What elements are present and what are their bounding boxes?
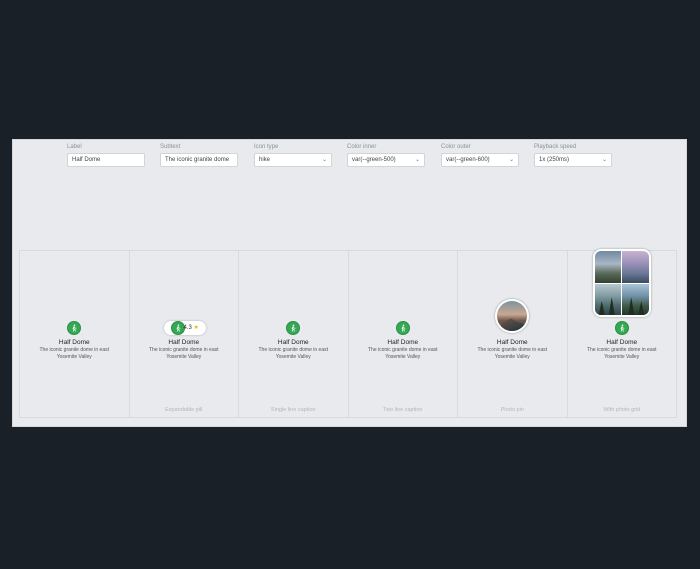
- marker-subtext: The iconic granite dome in east Yosemite…: [587, 347, 657, 360]
- map-marker: [170, 321, 185, 335]
- variant-caption: With photo grid: [603, 407, 641, 413]
- hike-icon: [620, 324, 625, 332]
- variant-photo-grid: Half Dome The iconic granite dome in eas…: [568, 249, 677, 417]
- chevron-down-icon: ⌄: [321, 157, 327, 163]
- label-input[interactable]: Half Dome: [67, 153, 145, 167]
- variant-single-line-caption: Half Dome The iconic granite dome in eas…: [239, 251, 349, 417]
- marker-subtext: The iconic granite dome in east Yosemite…: [39, 347, 109, 360]
- variant-photo-pin: Half Dome The iconic granite dome in eas…: [458, 251, 568, 417]
- playback-speed-select[interactable]: 1x (250ms) ⌄: [534, 153, 612, 167]
- color-inner-control: Color inner var(--green-500) ⌄: [347, 144, 425, 167]
- marker-title: Half Dome: [168, 339, 200, 346]
- photo-thumbnail: [622, 251, 649, 283]
- subtext-input[interactable]: The iconic granite dome: [160, 153, 238, 167]
- mountain-photo: [497, 318, 528, 331]
- marker-title: Half Dome: [496, 339, 528, 346]
- map-marker[interactable]: [395, 321, 410, 335]
- variant-caption: Expandable pill: [165, 407, 203, 413]
- subtext-control: Subtext The iconic granite dome: [160, 144, 238, 167]
- photo-thumbnail: [594, 251, 622, 283]
- label-input-value: Half Dome: [72, 157, 101, 163]
- photo-grid[interactable]: [592, 249, 651, 317]
- label-control-label: Label: [67, 144, 82, 150]
- variant-two-line-caption: Half Dome The iconic granite dome in eas…: [349, 251, 458, 417]
- color-outer-select-value: var(--green-600): [446, 157, 490, 163]
- tree-shape: [628, 297, 635, 315]
- photo-pin[interactable]: [495, 299, 530, 333]
- variant-caption: Photo pin: [500, 407, 524, 413]
- hike-icon: [291, 324, 296, 332]
- controls-bar: Label Half Dome Subtext The iconic grani…: [13, 140, 686, 180]
- map-marker[interactable]: [614, 321, 629, 335]
- tree-shape: [608, 297, 615, 315]
- star-icon: ★: [193, 325, 199, 331]
- chevron-down-icon: ⌄: [508, 157, 514, 163]
- photo-thumbnail: [622, 283, 649, 315]
- subtext-control-label: Subtext: [160, 144, 181, 150]
- icon-type-control: Icon type hike ⌄: [254, 144, 332, 167]
- map-marker[interactable]: [67, 321, 82, 335]
- hike-icon: [401, 324, 406, 332]
- tree-shape: [638, 301, 645, 315]
- marker-subtext: The iconic granite dome in east Yosemite…: [149, 347, 219, 360]
- icon-type-control-label: Icon type: [254, 144, 279, 150]
- color-outer-control: Color outer var(--green-600) ⌄: [441, 144, 519, 167]
- playback-speed-control: Playback speed 1x (250ms) ⌄: [534, 144, 612, 167]
- variant-caption: Two line caption: [383, 407, 423, 413]
- chevron-down-icon: ⌄: [601, 157, 607, 163]
- hike-icon: [72, 324, 77, 332]
- variant-default: Half Dome The iconic granite dome in eas…: [20, 251, 130, 417]
- photo-thumbnail: [594, 283, 622, 315]
- marker-subtext: The iconic granite dome in east Yosemite…: [477, 347, 547, 360]
- chevron-down-icon: ⌄: [414, 157, 420, 163]
- marker-title: Half Dome: [58, 339, 90, 346]
- color-outer-select[interactable]: var(--green-600) ⌄: [441, 153, 519, 167]
- color-outer-control-label: Color outer: [441, 144, 471, 150]
- playback-speed-control-label: Playback speed: [534, 144, 577, 150]
- marker-title: Half Dome: [387, 339, 419, 346]
- rating-value: 4.3: [183, 325, 192, 331]
- map-marker[interactable]: [286, 321, 301, 335]
- hike-icon: [175, 324, 180, 332]
- variant-caption: Single line caption: [270, 407, 316, 413]
- playback-speed-select-value: 1x (250ms): [539, 157, 570, 163]
- marker-title: Half Dome: [277, 339, 309, 346]
- marker-subtext: The iconic granite dome in east Yosemite…: [368, 347, 438, 360]
- marker-variants-grid: Half Dome The iconic granite dome in eas…: [19, 249, 677, 418]
- icon-type-select[interactable]: hike ⌄: [254, 153, 332, 167]
- expandable-pill[interactable]: 4.3 ★: [163, 321, 206, 335]
- marker-title: Half Dome: [606, 339, 638, 346]
- playground-panel: Label Half Dome Subtext The iconic grani…: [12, 139, 687, 427]
- icon-type-select-value: hike: [259, 157, 271, 163]
- color-inner-control-label: Color inner: [347, 144, 377, 150]
- label-control: Label Half Dome: [67, 144, 145, 167]
- marker-subtext: The iconic granite dome in east Yosemite…: [258, 347, 328, 360]
- variant-expandable-pill: 4.3 ★ Half Dome The iconic granite dome …: [130, 251, 239, 417]
- color-inner-select[interactable]: var(--green-500) ⌄: [347, 153, 425, 167]
- tree-shape: [598, 301, 605, 315]
- color-inner-select-value: var(--green-500): [352, 157, 396, 163]
- subtext-input-value: The iconic granite dome: [165, 157, 230, 163]
